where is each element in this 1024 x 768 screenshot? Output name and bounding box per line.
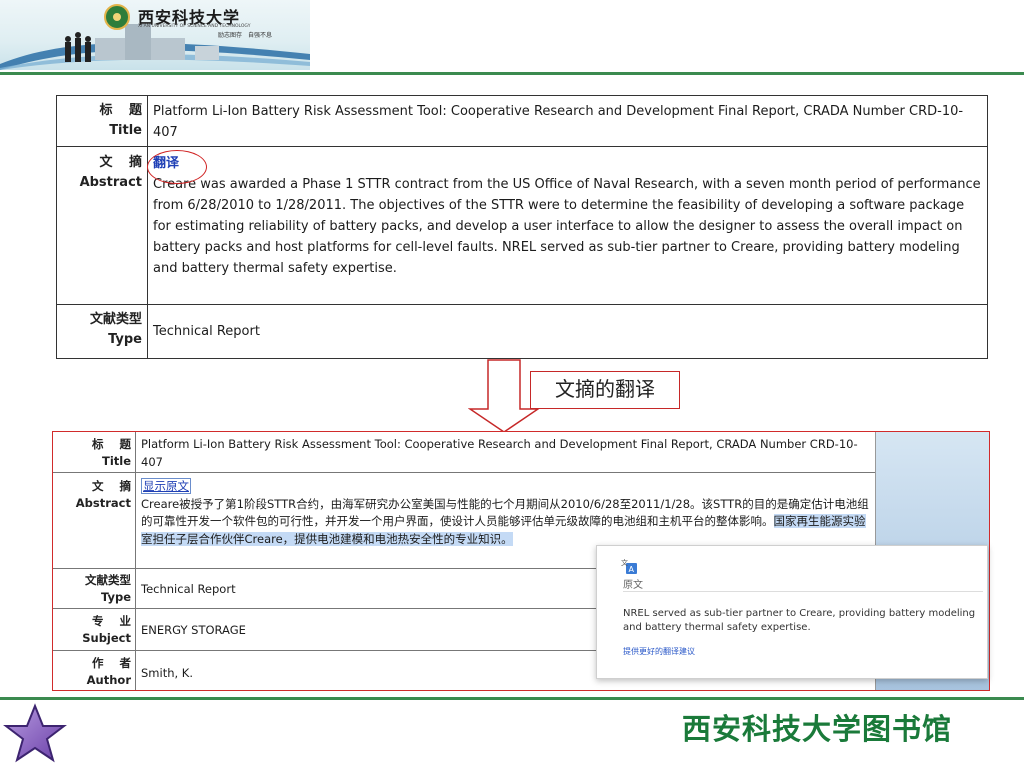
abstract-label-cn: 文 摘 bbox=[91, 479, 137, 493]
type-value: Technical Report bbox=[153, 324, 260, 339]
university-name-en: XI'AN UNIVERSITY OF SCIENCE AND TECHNOLO… bbox=[138, 24, 251, 29]
header-divider bbox=[0, 72, 1024, 75]
translation-popup: A 文 原文 NREL served as sub-tier partner t… bbox=[596, 545, 988, 679]
title-label: 标 题 Title bbox=[57, 96, 148, 146]
abstract-label: 文 摘 Abstract bbox=[57, 147, 148, 304]
abstract-value: Creare was awarded a Phase 1 STTR contra… bbox=[153, 177, 981, 276]
suggest-translation-link[interactable]: 提供更好的翻译建议 bbox=[623, 646, 695, 657]
title-label-en: Title bbox=[109, 123, 142, 138]
title-row: 标 题 Title Platform Li-Ion Battery Risk A… bbox=[53, 432, 875, 472]
abstract-label-cn: 文 摘 bbox=[99, 155, 148, 170]
university-motto: 励志图存 自强不息 bbox=[218, 32, 273, 39]
show-original-link[interactable]: 显示原文 bbox=[141, 478, 191, 494]
type-label: 文献类型 Type bbox=[57, 305, 148, 358]
type-label-en: Type bbox=[100, 590, 131, 604]
translate-highlight-oval bbox=[147, 150, 207, 184]
type-label: 文献类型 Type bbox=[53, 569, 136, 608]
subject-label-en: Subject bbox=[82, 631, 131, 645]
abstract-cell: 翻译 Creare was awarded a Phase 1 STTR con… bbox=[153, 153, 983, 279]
record-table-original: 标 题 Title Platform Li-Ion Battery Risk A… bbox=[56, 95, 988, 359]
translate-icon: A 文 bbox=[621, 558, 637, 574]
title-value: Platform Li-Ion Battery Risk Assessment … bbox=[141, 437, 858, 469]
author-label-cn: 作 者 bbox=[91, 656, 137, 670]
title-label-cn: 标 题 bbox=[91, 437, 137, 451]
abstract-label-en: Abstract bbox=[79, 175, 142, 190]
library-name: 西安科技大学图书馆 bbox=[682, 712, 953, 746]
popup-divider bbox=[623, 591, 983, 592]
footer-divider bbox=[0, 697, 1024, 700]
author-label: 作 者 Author bbox=[53, 651, 137, 690]
abstract-label-en: Abstract bbox=[75, 496, 131, 510]
popup-original-label: 原文 bbox=[623, 580, 643, 591]
subject-label-cn: 专 业 bbox=[91, 614, 137, 628]
title-value: Platform Li-Ion Battery Risk Assessment … bbox=[153, 104, 964, 140]
title-row: 标 题 Title Platform Li-Ion Battery Risk A… bbox=[57, 96, 987, 146]
title-label-cn: 标 题 bbox=[99, 103, 148, 118]
type-label-cn: 文献类型 bbox=[85, 573, 131, 587]
translation-caption: 文摘的翻译 bbox=[530, 371, 680, 409]
svg-text:A: A bbox=[629, 565, 635, 574]
subject-label: 专 业 Subject bbox=[53, 609, 136, 650]
abstract-label: 文 摘 Abstract bbox=[53, 473, 136, 568]
title-label-en: Title bbox=[101, 454, 131, 468]
slide-header: 西安科技大学 XI'AN UNIVERSITY OF SCIENCE AND T… bbox=[0, 0, 1024, 76]
abstract-cell: 显示原文 Creare被授予了第1阶段STTR合约，由海军研究办公室美国与性能的… bbox=[141, 478, 869, 548]
abstract-translated-text: Creare被授予了第1阶段STTR合约，由海军研究办公室美国与性能的七个月期间… bbox=[141, 496, 869, 529]
popup-original-text: NREL served as sub-tier partner to Crear… bbox=[623, 608, 976, 633]
svg-text:文: 文 bbox=[621, 558, 628, 567]
title-label: 标 题 Title bbox=[53, 432, 136, 472]
star-icon bbox=[3, 703, 67, 763]
university-emblem-icon bbox=[104, 4, 130, 30]
type-label-en: Type bbox=[108, 332, 142, 347]
author-label-en: Author bbox=[86, 673, 131, 687]
type-label-cn: 文献类型 bbox=[89, 312, 142, 327]
emblem-center bbox=[113, 13, 121, 21]
type-row: 文献类型 Type Technical Report bbox=[57, 304, 987, 358]
